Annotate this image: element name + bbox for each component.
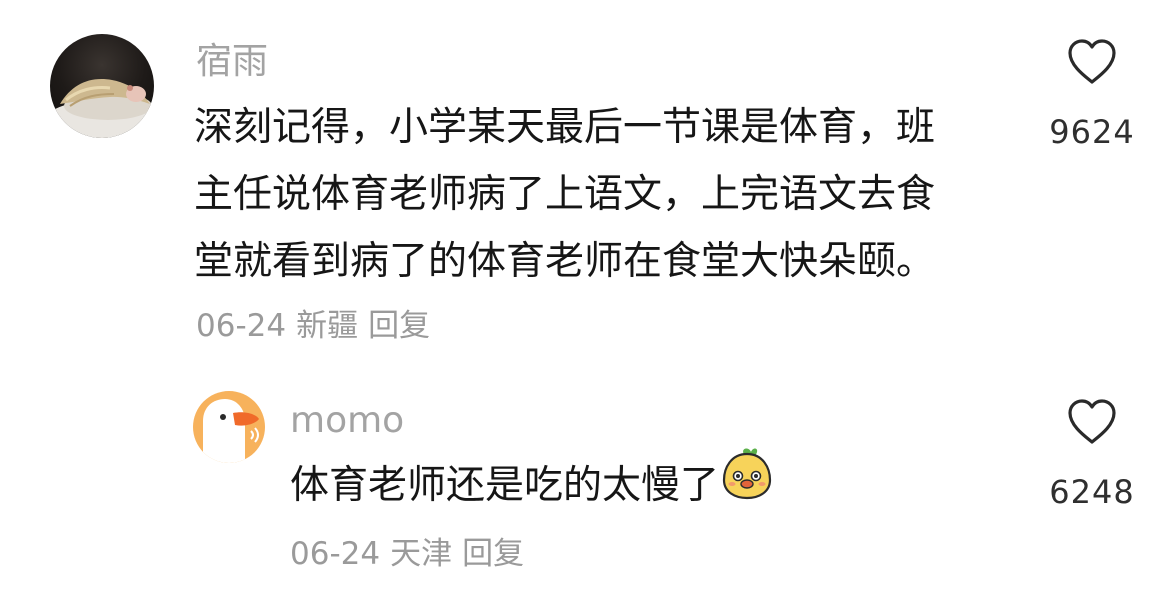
reply-text-line: 体育老师还是吃的太慢了 (290, 448, 773, 519)
comment-text-line: 主任说体育老师病了上语文，上完语文去食 (194, 172, 936, 217)
reply-button[interactable]: 回复 (368, 308, 430, 344)
reply-button[interactable]: 回复 (462, 536, 524, 572)
avatar[interactable] (193, 391, 265, 463)
comment-text-line: 堂就看到病了的体育老师在食堂大快朵颐。 (194, 239, 936, 284)
like-control: 9624 (1037, 38, 1147, 152)
avatar[interactable] (50, 34, 154, 138)
reply-date: 06-24 (290, 536, 381, 572)
comment-username[interactable]: 宿雨 (196, 40, 268, 84)
comment-text: 深刻记得，小学某天最后一节课是体育，班 主任说体育老师病了上语文，上完语文去食 … (194, 94, 935, 295)
smiling-pear-emoji (721, 446, 773, 521)
reply-location: 天津 (390, 536, 453, 572)
heart-outline-icon[interactable] (1037, 398, 1147, 450)
reply-username[interactable]: momo (290, 399, 404, 443)
heart-outline-icon[interactable] (1037, 38, 1147, 90)
reply-text: 体育老师还是吃的太慢了 (290, 448, 773, 519)
comment-text-line: 深刻记得，小学某天最后一节课是体育，班 (194, 105, 936, 150)
comment-meta: 06-24 新疆 回复 (196, 306, 440, 346)
reply-meta: 06-24 天津 回复 (290, 534, 534, 574)
like-count: 6248 (1049, 473, 1135, 511)
comment-location: 新疆 (296, 308, 359, 344)
comment-date: 06-24 (196, 308, 287, 344)
like-control: 6248 (1037, 398, 1147, 512)
reply-text-content: 体育老师还是吃的太慢了 (290, 463, 720, 508)
like-count: 9624 (1049, 113, 1135, 151)
